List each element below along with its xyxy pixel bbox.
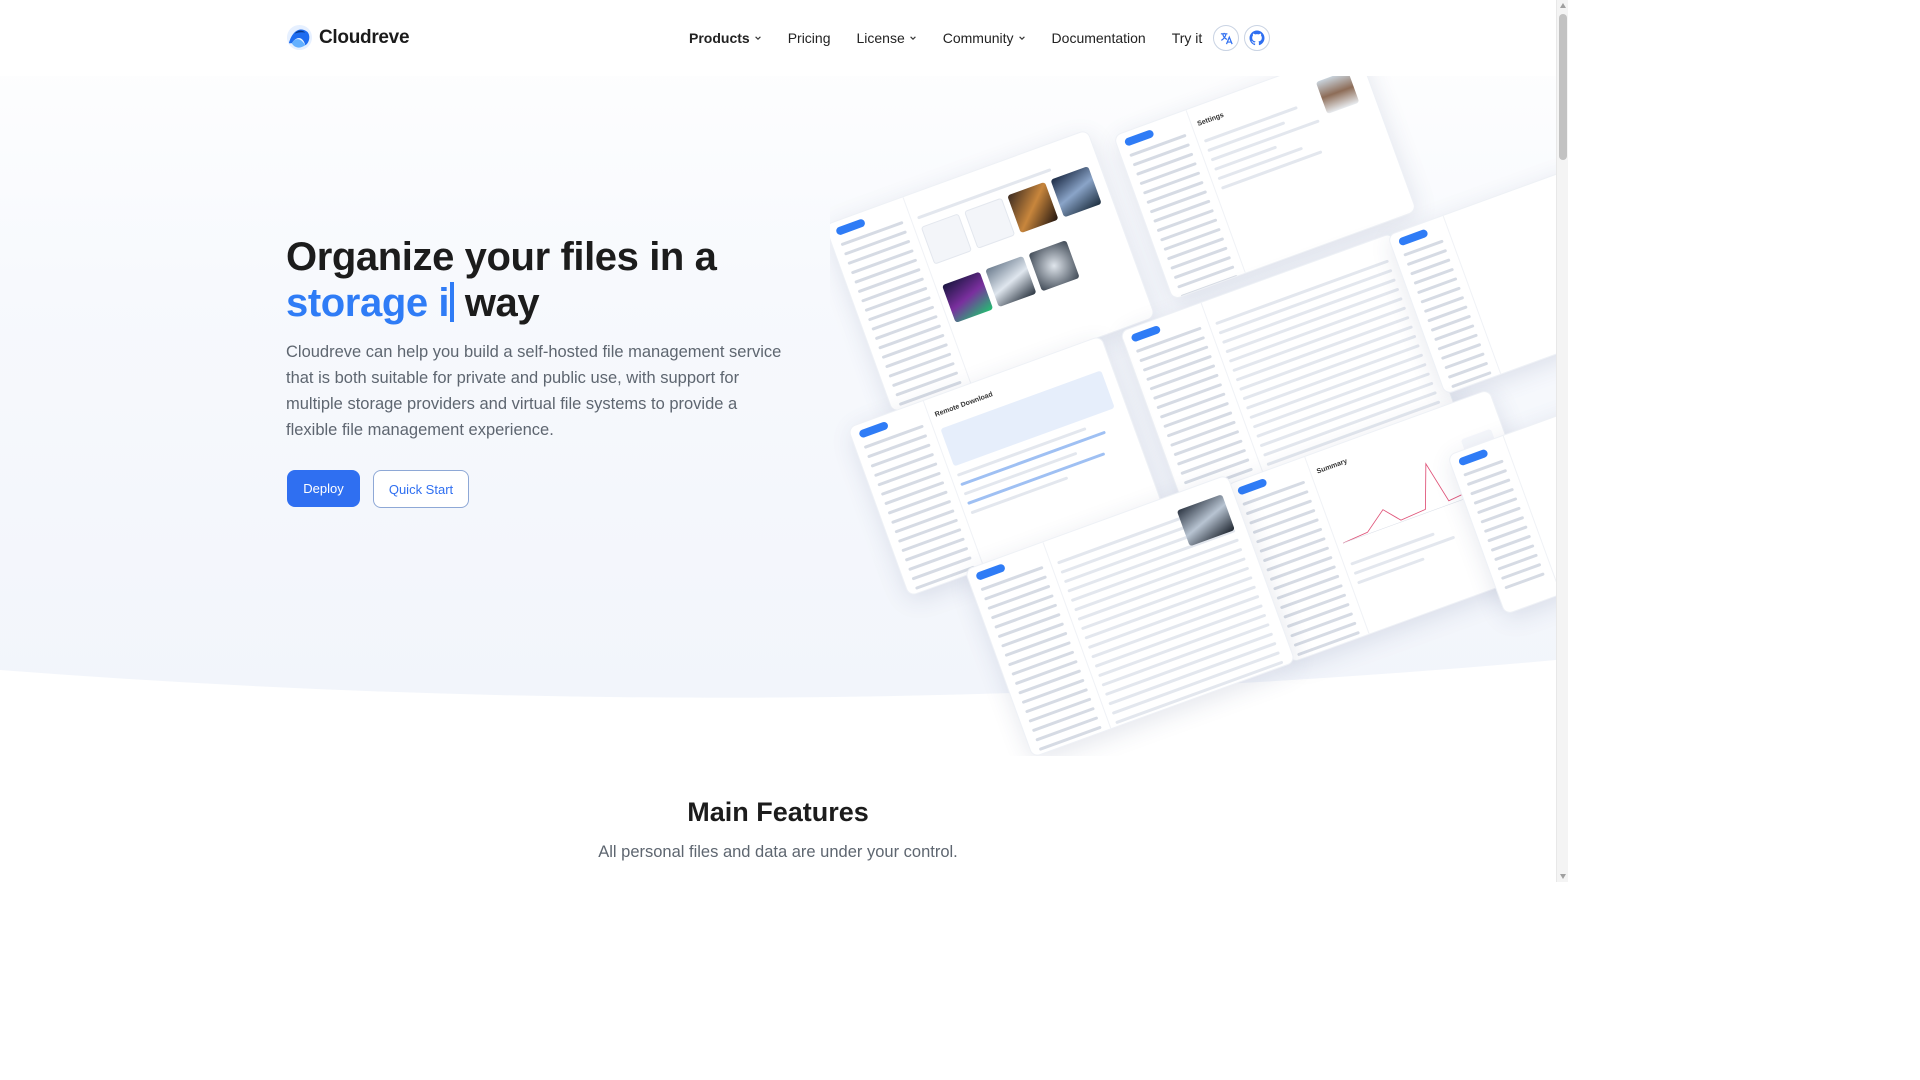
headline-line-1: Organize your files in a (286, 235, 717, 279)
nav-license-label: License (856, 30, 905, 46)
brand-name: Cloudreve (319, 26, 410, 48)
settings-title: Settings (1196, 111, 1225, 128)
github-button[interactable] (1244, 25, 1270, 51)
nav-documentation[interactable]: Documentation (1052, 30, 1146, 46)
headline-end: way (464, 281, 540, 325)
nav-community-label: Community (942, 30, 1014, 46)
headline-typed-word: storage i (286, 281, 455, 327)
typing-cursor (450, 282, 455, 322)
deploy-button[interactable]: Deploy (287, 470, 360, 507)
summary-title: Summary (1315, 457, 1349, 476)
headline-line-2: storage i way (286, 280, 717, 327)
screenshot-collage: Settings Remote Download Summary (830, 76, 1556, 756)
chevron-down-icon (909, 36, 916, 40)
translate-icon (1220, 32, 1233, 44)
chevron-down-icon (1018, 36, 1025, 40)
nav-products-label: Products (689, 30, 750, 46)
main-nav: Products Pricing License Community Docum… (689, 30, 1228, 46)
nav-products[interactable]: Products (689, 30, 762, 46)
nav-try-it[interactable]: Try it (1172, 30, 1203, 46)
language-button[interactable] (1213, 25, 1239, 51)
scroll-up-arrow-icon[interactable] (1560, 3, 1566, 8)
logo[interactable]: Cloudreve (286, 24, 410, 51)
nav-pricing[interactable]: Pricing (788, 30, 831, 46)
hero-subtitle: Cloudreve can help you build a self-host… (286, 343, 782, 439)
github-icon (1249, 30, 1265, 46)
nav-pricing-label: Pricing (787, 30, 831, 46)
scroll-down-arrow-icon[interactable] (1560, 874, 1566, 879)
chevron-down-icon (754, 36, 761, 40)
cloudreve-logo-icon (286, 24, 313, 51)
typed-text: storage i (286, 281, 450, 325)
page-scrollbar[interactable] (1556, 0, 1568, 882)
nav-community[interactable]: Community (943, 30, 1026, 46)
scrollbar-thumb[interactable] (1559, 14, 1567, 160)
features-title: Main Features (687, 797, 869, 827)
quick-start-button[interactable]: Quick Start (373, 470, 469, 508)
hero-headline: Organize your files in a storage i way (286, 234, 717, 327)
nav-documentation-label: Documentation (1051, 30, 1146, 46)
features-subtitle: All personal files and data are under yo… (598, 843, 958, 861)
site-header: Cloudreve Products Pricing License Commu… (0, 0, 1556, 76)
nav-try-it-label: Try it (1171, 30, 1203, 46)
nav-license[interactable]: License (856, 30, 916, 46)
